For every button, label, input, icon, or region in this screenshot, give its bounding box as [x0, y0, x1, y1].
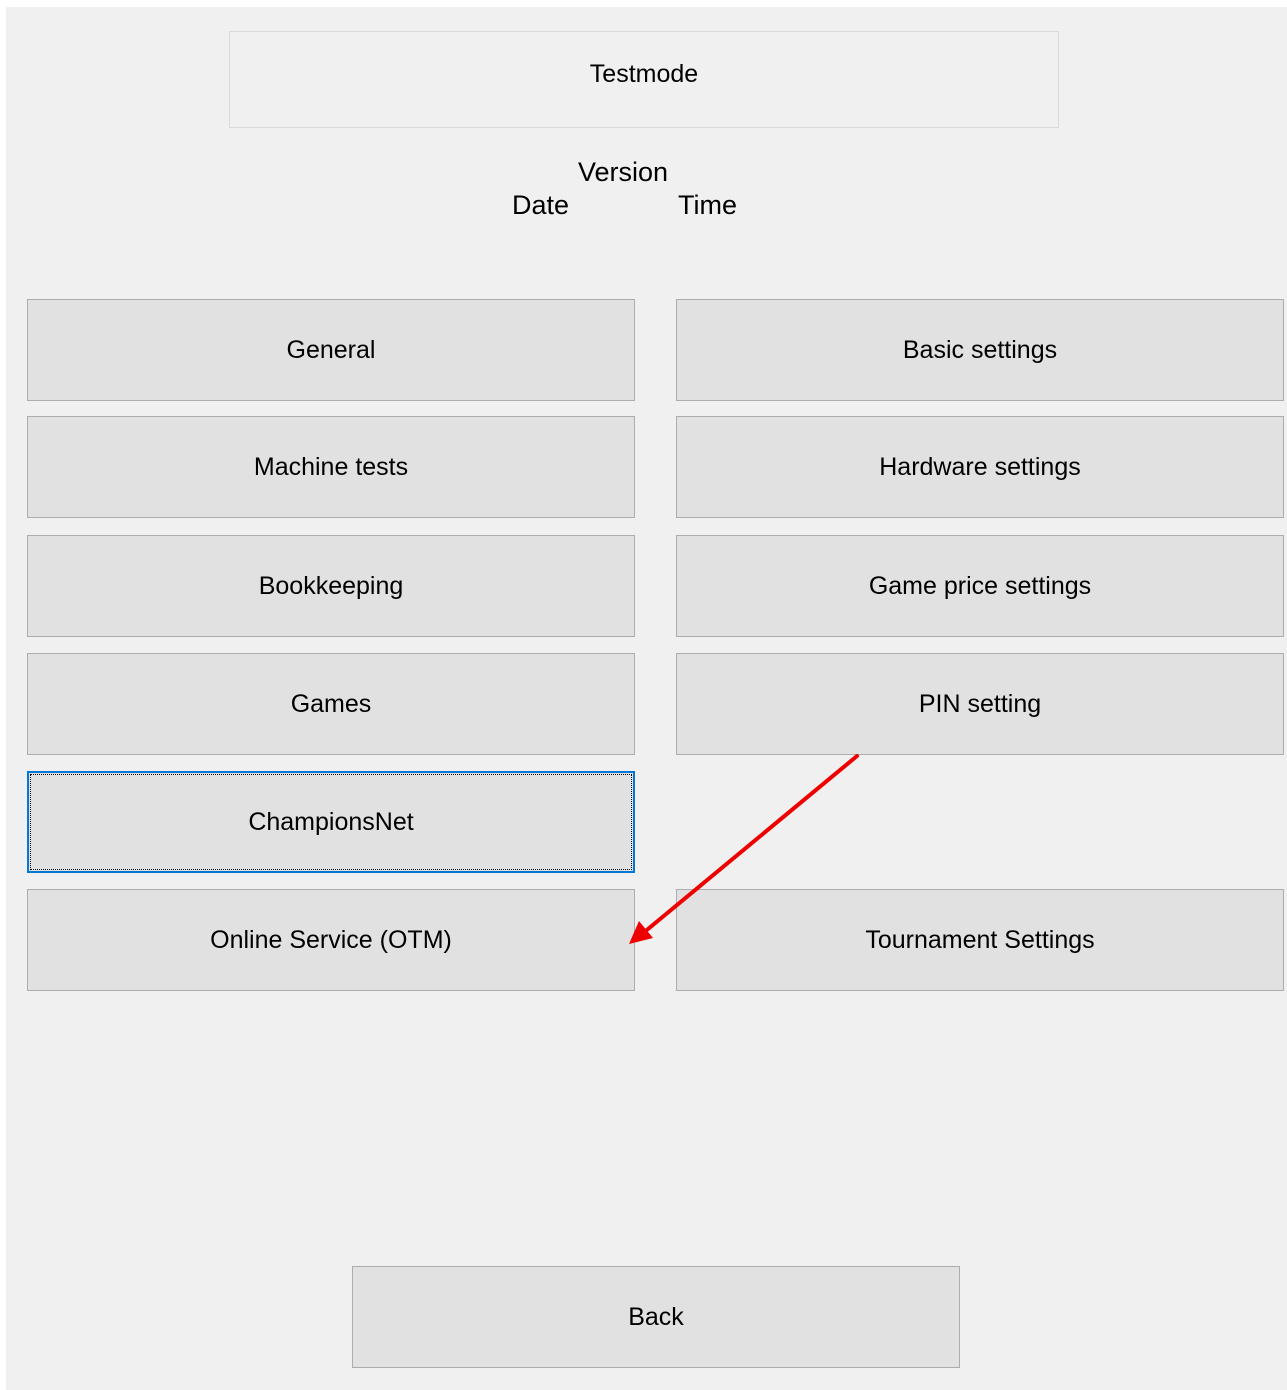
bookkeeping-button-label: Bookkeeping: [258, 571, 404, 600]
page-title: Testmode: [229, 31, 1059, 128]
hardware-settings-button-label: Hardware settings: [879, 452, 1081, 481]
hardware-settings-button[interactable]: Hardware settings: [676, 416, 1284, 518]
championsnet-button-label: ChampionsNet: [248, 807, 414, 836]
pin-setting-button[interactable]: PIN setting: [676, 653, 1284, 755]
back-button-label: Back: [628, 1302, 684, 1331]
version-label: Version: [578, 157, 669, 187]
page-title-text: Testmode: [589, 60, 699, 88]
machine-tests-button-label: Machine tests: [253, 452, 409, 481]
game-price-settings-button[interactable]: Game price settings: [676, 535, 1284, 637]
games-button-label: Games: [290, 689, 372, 718]
game-price-settings-button-label: Game price settings: [868, 571, 1092, 600]
testmode-window: Testmode Version Date Time General Machi…: [6, 7, 1287, 1390]
general-button-label: General: [286, 335, 376, 364]
tournament-settings-button-label: Tournament Settings: [865, 925, 1095, 954]
general-button[interactable]: General: [27, 299, 635, 401]
basic-settings-button[interactable]: Basic settings: [676, 299, 1284, 401]
machine-tests-button[interactable]: Machine tests: [27, 416, 635, 518]
date-label: Date: [512, 190, 570, 220]
tournament-settings-button[interactable]: Tournament Settings: [676, 889, 1284, 991]
bookkeeping-button[interactable]: Bookkeeping: [27, 535, 635, 637]
back-button[interactable]: Back: [352, 1266, 960, 1368]
championsnet-button[interactable]: ChampionsNet: [27, 771, 635, 873]
online-service-button-label: Online Service (OTM): [210, 925, 452, 954]
basic-settings-button-label: Basic settings: [902, 335, 1058, 364]
online-service-button[interactable]: Online Service (OTM): [27, 889, 635, 991]
games-button[interactable]: Games: [27, 653, 635, 755]
time-label: Time: [678, 190, 737, 220]
pin-setting-button-label: PIN setting: [918, 689, 1042, 718]
